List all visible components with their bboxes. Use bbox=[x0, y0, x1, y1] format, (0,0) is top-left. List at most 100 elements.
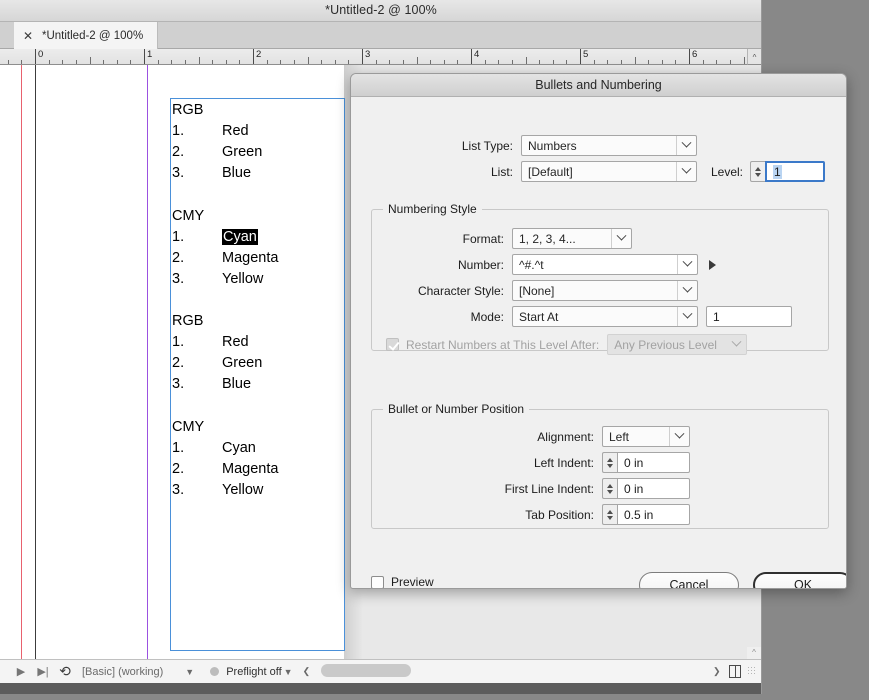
restart-numbers-checkbox[interactable] bbox=[386, 338, 399, 351]
stepper-down-icon[interactable] bbox=[607, 463, 613, 468]
ruler-minor-tick bbox=[607, 60, 609, 64]
ruler-minor-tick bbox=[321, 60, 323, 64]
left-indent-input[interactable]: 0 in bbox=[617, 452, 690, 473]
page-turn-icon[interactable]: ⟲ bbox=[54, 661, 76, 683]
stepper-down-icon[interactable] bbox=[607, 515, 613, 520]
list-item[interactable]: Red bbox=[222, 334, 249, 350]
list-item[interactable]: Cyan bbox=[222, 440, 256, 456]
ruler-corner-control[interactable]: ^ bbox=[747, 49, 761, 65]
list-item[interactable]: Green bbox=[222, 355, 262, 371]
application-footer bbox=[0, 683, 761, 694]
chevron-down-icon[interactable] bbox=[676, 136, 696, 155]
list-item[interactable]: Yellow bbox=[222, 271, 263, 287]
list-select[interactable]: [Default] bbox=[521, 161, 697, 182]
horizontal-scrollbar[interactable] bbox=[196, 659, 726, 683]
ruler-minor-tick bbox=[334, 60, 336, 64]
text-frame[interactable] bbox=[170, 98, 345, 651]
application-title: *Untitled-2 @ 100% bbox=[325, 3, 437, 17]
preview-checkbox[interactable] bbox=[371, 575, 384, 588]
chevron-down-icon[interactable]: ▼ bbox=[185, 667, 194, 677]
list-type-select[interactable]: Numbers bbox=[521, 135, 697, 156]
list-item[interactable]: Cyan bbox=[222, 228, 258, 245]
list-item[interactable]: Magenta bbox=[222, 250, 278, 266]
close-icon[interactable]: ✕ bbox=[23, 30, 33, 42]
list-item-text[interactable]: Blue bbox=[222, 376, 251, 392]
list-item-text[interactable]: Red bbox=[222, 334, 249, 350]
list-item-text[interactable]: Yellow bbox=[222, 482, 263, 498]
document-tab[interactable]: ✕ *Untitled-2 @ 100% bbox=[14, 22, 159, 49]
chevron-down-icon[interactable] bbox=[676, 162, 696, 181]
ruler-tick-label: 2 bbox=[256, 49, 262, 60]
stepper-up-icon[interactable] bbox=[607, 483, 613, 488]
list-item[interactable]: Blue bbox=[222, 165, 251, 181]
ruler-minor-tick bbox=[75, 60, 77, 64]
list-item-number: 2. bbox=[172, 144, 185, 161]
level-row: Level: 1 bbox=[699, 161, 825, 182]
chevron-down-icon[interactable] bbox=[677, 255, 697, 274]
stepper-up-icon[interactable] bbox=[607, 457, 613, 462]
tab-position-stepper[interactable] bbox=[602, 504, 617, 525]
format-select[interactable]: 1, 2, 3, 4... bbox=[512, 228, 632, 249]
ok-button[interactable]: OK bbox=[753, 572, 846, 588]
document-heading: CMY bbox=[172, 418, 205, 435]
character-style-select[interactable]: [None] bbox=[512, 280, 698, 301]
chevron-down-icon[interactable] bbox=[677, 307, 697, 326]
list-item-text[interactable]: Magenta bbox=[222, 461, 278, 477]
paragraph-style-value[interactable]: [Basic] (working) bbox=[82, 666, 163, 678]
list-item-text[interactable]: Cyan bbox=[222, 440, 256, 456]
vertical-scroll-up-button[interactable]: ^ bbox=[747, 647, 761, 659]
tab-position-row: Tab Position: 0.5 in bbox=[372, 504, 828, 525]
list-item[interactable]: Red bbox=[222, 123, 249, 139]
split-pane-icon[interactable] bbox=[728, 664, 741, 678]
alignment-select[interactable]: Left bbox=[602, 426, 690, 447]
list-item[interactable]: Magenta bbox=[222, 461, 278, 477]
stepper-up-icon[interactable] bbox=[755, 166, 761, 171]
stepper-down-icon[interactable] bbox=[755, 172, 761, 177]
stepper-up-icon[interactable] bbox=[607, 509, 613, 514]
ruler-major-tick bbox=[580, 49, 581, 64]
restart-numbers-row: Restart Numbers at This Level After: Any… bbox=[386, 334, 748, 355]
skip-next-icon[interactable]: ▶| bbox=[32, 661, 54, 683]
chevron-right-icon[interactable]: ❯ bbox=[713, 666, 721, 677]
ruler-major-tick bbox=[689, 49, 690, 64]
play-triangle-icon[interactable]: ▶ bbox=[10, 661, 32, 683]
mode-select[interactable]: Start At bbox=[512, 306, 698, 327]
ruler-minor-tick bbox=[484, 60, 486, 64]
horizontal-ruler[interactable]: 0 1 2 3 4 5 6 bbox=[0, 49, 761, 65]
list-item-text[interactable]: Blue bbox=[222, 165, 251, 181]
chevron-down-icon[interactable] bbox=[611, 229, 631, 248]
selected-text[interactable]: Cyan bbox=[222, 228, 258, 245]
list-item-text[interactable]: Green bbox=[222, 144, 262, 160]
list-item[interactable]: Green bbox=[222, 144, 262, 160]
preview-row[interactable]: Preview bbox=[371, 575, 434, 588]
list-item-text[interactable]: Green bbox=[222, 355, 262, 371]
mode-number-input[interactable]: 1 bbox=[706, 306, 792, 327]
stepper-down-icon[interactable] bbox=[607, 489, 613, 494]
tab-position-input[interactable]: 0.5 in bbox=[617, 504, 690, 525]
first-line-indent-input[interactable]: 0 in bbox=[617, 478, 690, 499]
first-line-indent-stepper[interactable] bbox=[602, 478, 617, 499]
level-stepper[interactable] bbox=[750, 161, 765, 182]
list-item-text[interactable]: Magenta bbox=[222, 250, 278, 266]
level-input[interactable]: 1 bbox=[765, 161, 825, 182]
left-indent-stepper[interactable] bbox=[602, 452, 617, 473]
resize-grip-icon[interactable] bbox=[746, 666, 755, 676]
ruler-minor-tick bbox=[266, 60, 268, 64]
list-item-text[interactable]: Yellow bbox=[222, 271, 263, 287]
horizontal-scrollbar-thumb[interactable] bbox=[321, 664, 411, 677]
chevron-down-icon[interactable] bbox=[677, 281, 697, 300]
mode-number-value: 1 bbox=[713, 309, 720, 324]
mode-row: Mode: Start At 1 bbox=[372, 306, 828, 327]
flyout-triangle-icon[interactable] bbox=[709, 259, 716, 270]
number-input-select[interactable]: ^#.^t bbox=[512, 254, 698, 275]
ruler-tick-label: 5 bbox=[583, 49, 589, 60]
chevron-down-icon[interactable] bbox=[669, 427, 689, 446]
list-item-number: 1. bbox=[172, 228, 185, 245]
list-item[interactable]: Blue bbox=[222, 376, 251, 392]
cancel-button[interactable]: Cancel bbox=[639, 572, 739, 588]
list-item[interactable]: Yellow bbox=[222, 482, 263, 498]
character-style-row: Character Style: [None] bbox=[372, 280, 828, 301]
ruler-minor-tick bbox=[389, 60, 391, 64]
document-heading: CMY bbox=[172, 207, 205, 224]
list-item-text[interactable]: Red bbox=[222, 123, 249, 139]
